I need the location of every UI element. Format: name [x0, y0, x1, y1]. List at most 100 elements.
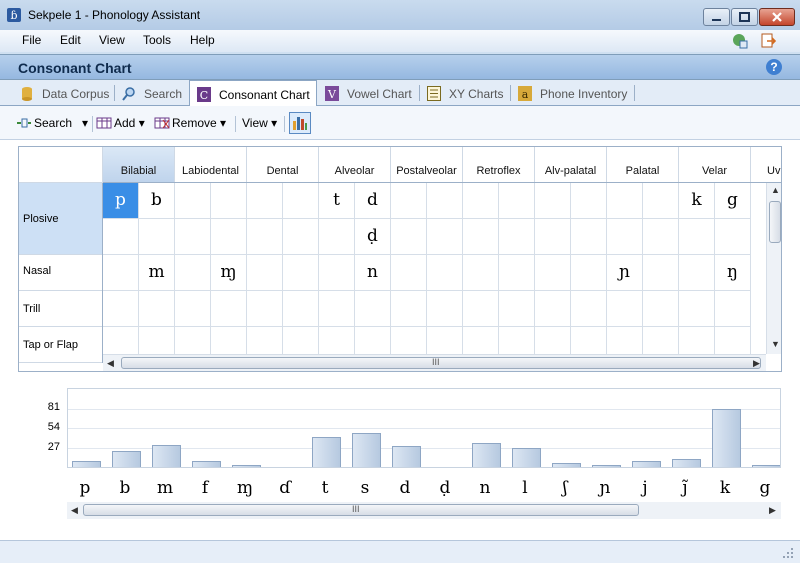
chart-cell[interactable]	[607, 291, 643, 327]
tab-data-corpus[interactable]: Data Corpus	[20, 82, 110, 105]
chart-cell[interactable]	[175, 291, 211, 327]
chart-cell[interactable]	[283, 219, 319, 255]
chart-cell[interactable]	[643, 219, 679, 255]
chart-cell[interactable]	[463, 291, 499, 327]
chart-cell[interactable]: t	[319, 183, 355, 219]
chart-cell[interactable]	[535, 255, 571, 291]
scroll-right-icon[interactable]: ▶	[769, 505, 776, 516]
help-icon[interactable]: ?	[766, 59, 782, 75]
row-header[interactable]: Tap or Flap	[19, 327, 103, 363]
row-header[interactable]: Plosive	[19, 183, 103, 255]
chart-cell[interactable]	[715, 219, 751, 255]
chart-cell[interactable]	[139, 291, 175, 327]
chart-cell[interactable]	[427, 291, 463, 327]
histogram-scroll-thumb[interactable]: III	[83, 504, 639, 516]
chart-cell[interactable]	[499, 219, 535, 255]
chart-cell[interactable]	[643, 291, 679, 327]
scroll-right-icon[interactable]: ▶	[753, 358, 760, 369]
horizontal-scrollbar[interactable]: ◀ III ▶	[103, 354, 766, 371]
chart-cell[interactable]	[391, 255, 427, 291]
vertical-scroll-thumb[interactable]	[769, 201, 781, 243]
histogram-horizontal-scrollbar[interactable]: ◀ III ▶	[67, 502, 781, 519]
chart-cell[interactable]	[211, 219, 247, 255]
scroll-down-icon[interactable]: ▼	[771, 339, 780, 349]
chart-cell[interactable]	[427, 183, 463, 219]
chart-cell[interactable]	[463, 219, 499, 255]
chart-cell[interactable]	[103, 255, 139, 291]
tab-search[interactable]: Search	[122, 82, 184, 105]
resize-grip-icon[interactable]	[782, 547, 794, 559]
chart-cell[interactable]: ɲ	[607, 255, 643, 291]
chart-cell[interactable]: ɱ	[211, 255, 247, 291]
chart-cell[interactable]: n	[355, 255, 391, 291]
tab-phone-inventory[interactable]: a Phone Inventory	[518, 82, 630, 105]
histogram-bar[interactable]	[392, 446, 421, 467]
remove-dropdown-button[interactable]: Remove ▾	[154, 116, 226, 130]
histogram-toggle-button[interactable]	[289, 112, 311, 134]
horizontal-scroll-thumb[interactable]: III	[121, 357, 761, 369]
chart-cell[interactable]	[643, 183, 679, 219]
histogram-bar[interactable]	[352, 433, 381, 467]
chart-cell[interactable]	[283, 255, 319, 291]
chart-cell[interactable]	[607, 219, 643, 255]
tab-vowel-chart[interactable]: V Vowel Chart	[325, 82, 415, 105]
chart-cell[interactable]	[283, 183, 319, 219]
chart-cell[interactable]	[679, 219, 715, 255]
menu-view[interactable]: View	[99, 33, 125, 47]
chart-cell[interactable]: m	[139, 255, 175, 291]
chart-cell[interactable]	[391, 291, 427, 327]
chart-cell[interactable]	[571, 183, 607, 219]
export-icon[interactable]	[759, 32, 777, 50]
histogram-bar[interactable]	[752, 465, 780, 467]
histogram-bar[interactable]	[192, 461, 221, 467]
undock-icon[interactable]	[731, 32, 749, 50]
chart-cell[interactable]	[427, 219, 463, 255]
chart-cell[interactable]	[211, 183, 247, 219]
chart-cell[interactable]	[283, 291, 319, 327]
chart-cell[interactable]	[571, 219, 607, 255]
chart-cell[interactable]	[715, 291, 751, 327]
chart-cell[interactable]	[391, 219, 427, 255]
tab-xy-charts[interactable]: XY Charts	[427, 82, 507, 105]
histogram-bar[interactable]	[712, 409, 741, 467]
chart-cell[interactable]	[319, 219, 355, 255]
chart-cell[interactable]: p	[103, 183, 139, 219]
view-dropdown-button[interactable]: View ▾	[242, 116, 277, 130]
histogram-bar[interactable]	[472, 443, 501, 467]
chart-cell[interactable]: k	[679, 183, 715, 219]
histogram-bar[interactable]	[152, 445, 181, 467]
column-header[interactable]: Labiodental	[175, 147, 247, 183]
scroll-up-icon[interactable]: ▲	[771, 185, 780, 195]
chart-cell[interactable]	[391, 183, 427, 219]
column-header[interactable]: Postalveolar	[391, 147, 463, 183]
chart-cell[interactable]	[499, 291, 535, 327]
chart-cell[interactable]	[247, 219, 283, 255]
chart-cell[interactable]: d	[355, 183, 391, 219]
chart-cell[interactable]	[571, 255, 607, 291]
chart-cell[interactable]	[211, 291, 247, 327]
column-header[interactable]: Bilabial	[103, 147, 175, 183]
column-header[interactable]: Alveolar	[319, 147, 391, 183]
chart-cell[interactable]	[103, 219, 139, 255]
tab-consonant-chart[interactable]: C Consonant Chart	[189, 80, 317, 106]
chart-cell[interactable]	[175, 219, 211, 255]
minimize-button[interactable]	[703, 8, 730, 26]
chart-cell[interactable]	[679, 255, 715, 291]
chart-cell[interactable]	[355, 291, 391, 327]
chart-cell[interactable]	[535, 219, 571, 255]
chart-cell[interactable]	[139, 219, 175, 255]
histogram-bar[interactable]	[112, 451, 141, 467]
chart-cell[interactable]	[319, 255, 355, 291]
row-header[interactable]: Trill	[19, 291, 103, 327]
chart-cell[interactable]	[535, 291, 571, 327]
maximize-button[interactable]	[731, 8, 758, 26]
search-dropdown-button[interactable]: Search ▾	[16, 116, 88, 130]
chart-cell[interactable]	[247, 291, 283, 327]
scroll-left-icon[interactable]: ◀	[71, 505, 78, 516]
chart-cell[interactable]	[535, 183, 571, 219]
chart-cell[interactable]	[319, 291, 355, 327]
chart-cell[interactable]: g	[715, 183, 751, 219]
chart-cell[interactable]	[247, 255, 283, 291]
column-header[interactable]: Alv-palatal	[535, 147, 607, 183]
histogram-bar[interactable]	[232, 465, 261, 467]
